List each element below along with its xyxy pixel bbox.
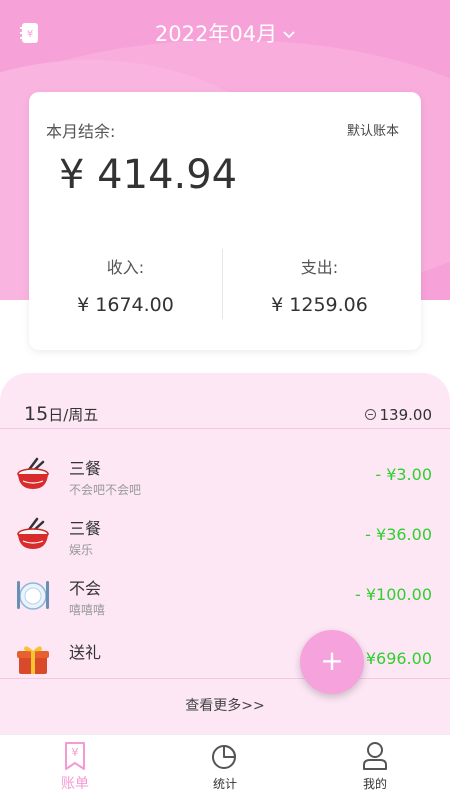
top-bar: ¥ 2022年04月: [0, 0, 450, 70]
bill-icon: ¥: [65, 742, 85, 770]
month-label: 2022年04月: [154, 22, 278, 46]
transaction-amount: - ¥100.00: [354, 585, 432, 604]
add-record-button[interactable]: +: [300, 630, 364, 694]
minus-circle-icon: [364, 409, 376, 420]
income-value: ¥ 1674.00: [77, 294, 174, 316]
bottom-tab-bar: ¥ 账单 统计 我的: [0, 734, 450, 800]
pie-chart-icon: [212, 745, 236, 769]
rice-bowl-icon: [17, 457, 49, 489]
expense-column: 支出: ¥ 1259.06: [223, 254, 416, 316]
transaction-amount: ¥696.00: [365, 649, 432, 668]
transaction-row[interactable]: 不会 嘻嘻嘻 - ¥100.00: [0, 571, 450, 627]
tab-statistics[interactable]: 统计: [150, 741, 300, 792]
tab-label: 我的: [362, 777, 387, 791]
profile-icon: [363, 742, 387, 770]
transaction-amount: - ¥36.00: [365, 525, 432, 544]
view-more-link[interactable]: 查看更多>>: [0, 695, 450, 715]
divider: [0, 678, 450, 679]
transaction-row[interactable]: 送礼 ¥696.00: [0, 635, 450, 691]
transaction-amount: - ¥3.00: [375, 465, 432, 484]
day-total-value: 139.00: [379, 406, 433, 424]
transaction-row[interactable]: 三餐 不会吧不会吧 - ¥3.00: [0, 451, 450, 507]
transaction-category: 三餐: [69, 459, 102, 478]
book-selector[interactable]: 默认账本: [347, 120, 399, 139]
tab-bill[interactable]: ¥ 账单: [0, 741, 150, 793]
day-header: 15日/周五 139.00: [0, 373, 450, 425]
day-number: 15: [24, 403, 49, 425]
svg-text:¥: ¥: [72, 746, 79, 759]
day-weekday: 日/周五: [48, 406, 99, 424]
transaction-category: 三餐: [69, 519, 102, 538]
day-total: 139.00: [364, 406, 433, 424]
dining-plate-icon: [17, 581, 49, 610]
day-panel: 15日/周五 139.00 三餐 不会吧不会吧 - ¥3.00 三餐 娱乐 - …: [0, 373, 450, 773]
monthly-summary-card: 本月结余: 默认账本 ¥ 414.94 收入: ¥ 1674.00 支出: ¥ …: [29, 92, 421, 350]
month-picker[interactable]: 2022年04月: [0, 18, 450, 48]
transaction-row[interactable]: 三餐 娱乐 - ¥36.00: [0, 511, 450, 567]
balance-value: ¥ 414.94: [59, 152, 238, 198]
gift-icon: [17, 646, 49, 674]
rice-bowl-icon: [17, 517, 49, 549]
day-date: 15日/周五: [24, 403, 98, 425]
tab-label: 统计: [212, 777, 237, 791]
transaction-note: 不会吧不会吧: [69, 483, 142, 497]
transaction-note: 娱乐: [69, 543, 94, 557]
expense-label: 支出:: [300, 258, 339, 277]
transaction-category: 不会: [69, 579, 102, 598]
divider: [0, 428, 450, 429]
tab-label: 账单: [61, 776, 89, 792]
tab-profile[interactable]: 我的: [300, 741, 450, 792]
transaction-note: 嘻嘻嘻: [69, 603, 106, 617]
chevron-down-icon: [283, 31, 295, 39]
income-column: 收入: ¥ 1674.00: [29, 254, 222, 316]
expense-value: ¥ 1259.06: [271, 294, 368, 316]
balance-label: 本月结余:: [46, 122, 116, 141]
income-label: 收入:: [106, 258, 145, 277]
transaction-category: 送礼: [69, 643, 102, 662]
